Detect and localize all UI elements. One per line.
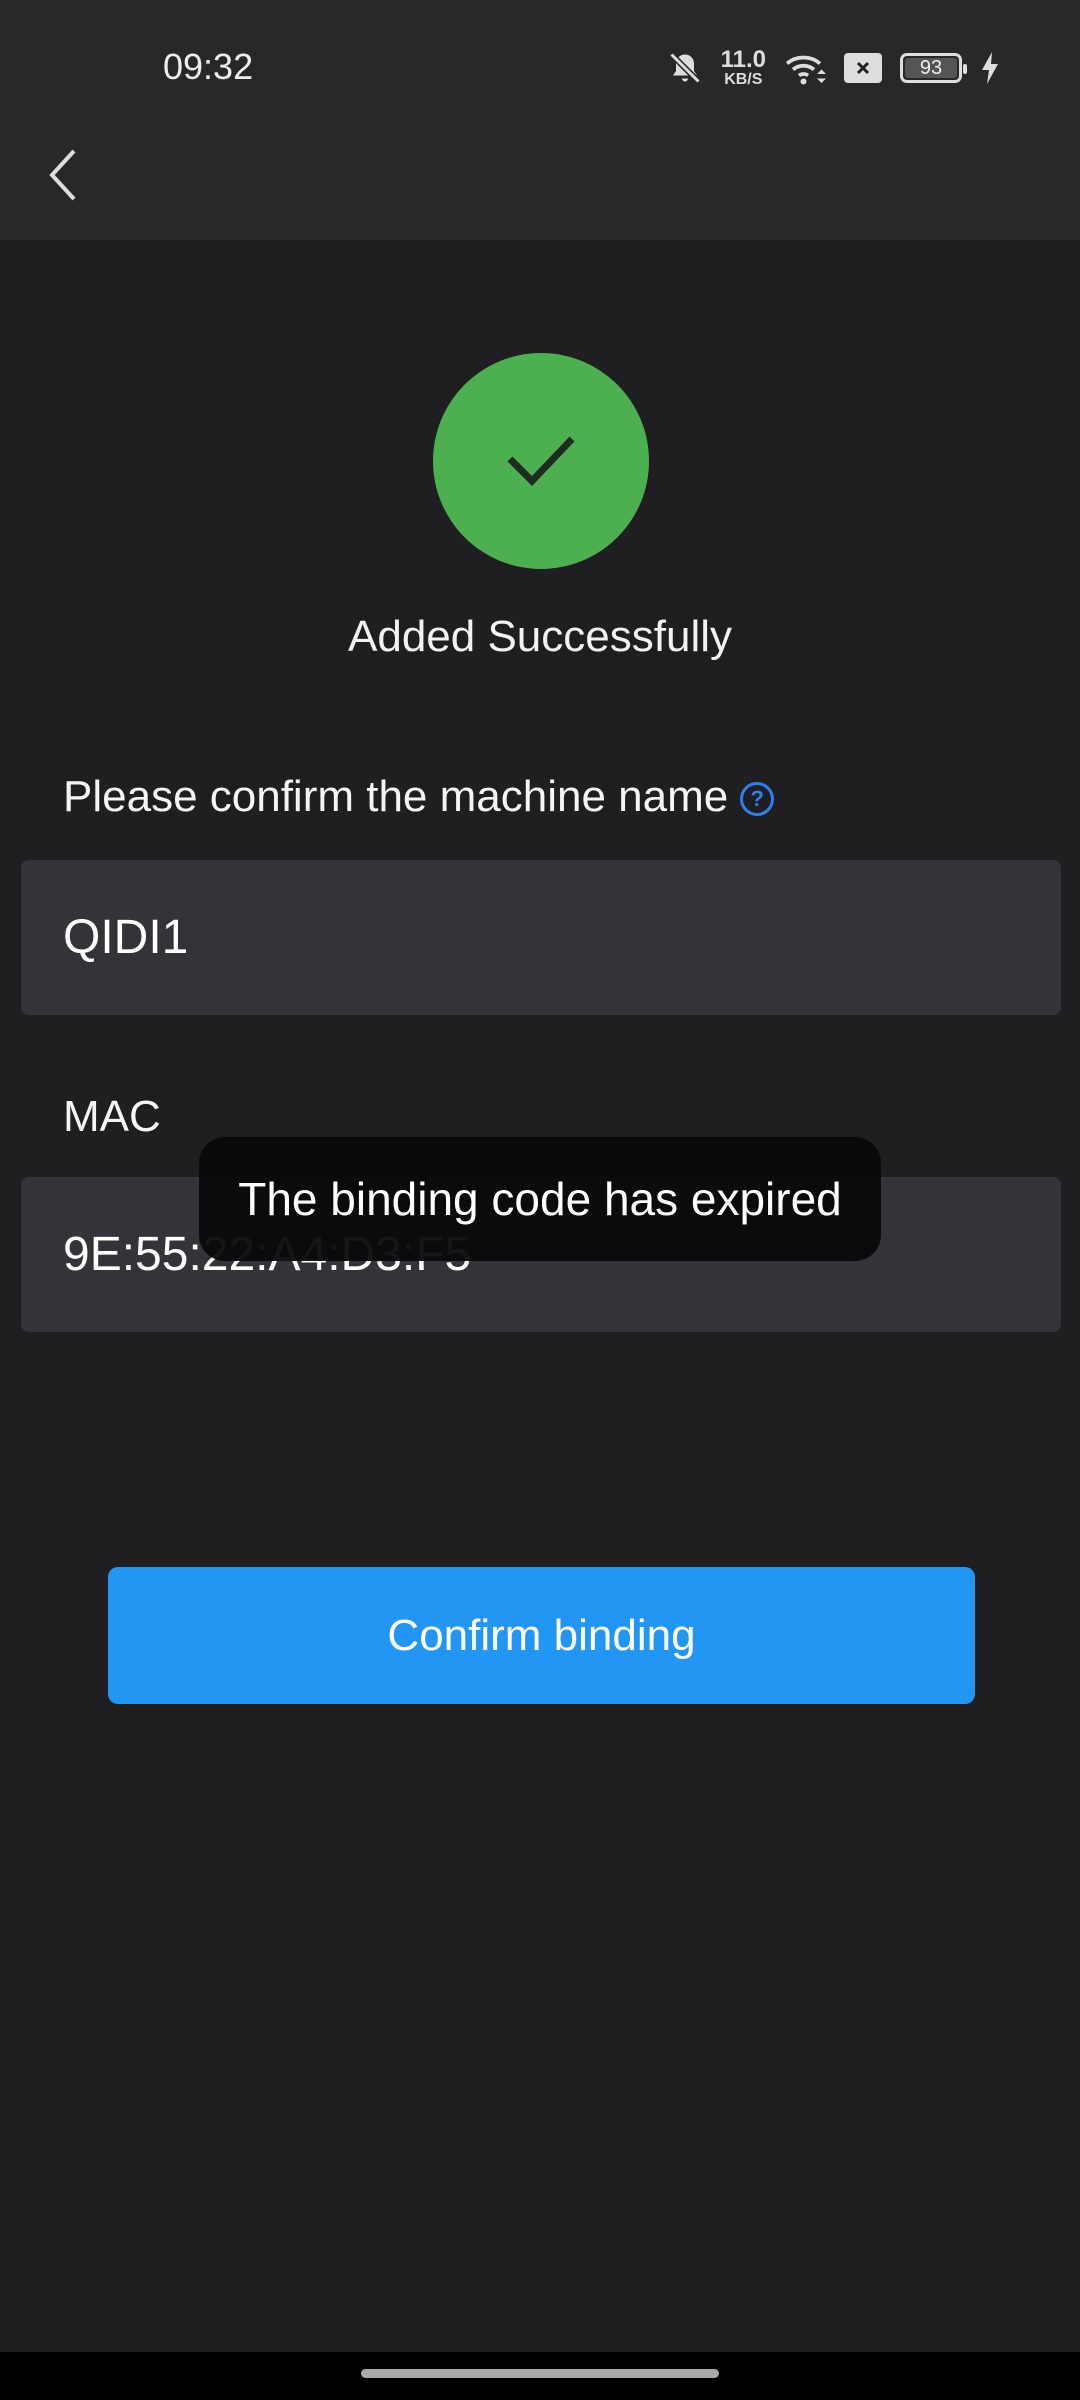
wifi-icon xyxy=(785,55,826,85)
help-icon[interactable]: ? xyxy=(740,782,775,817)
home-gesture-handle[interactable] xyxy=(361,2369,719,2378)
machine-name-label-text: Please confirm the machine name xyxy=(63,772,729,821)
confirm-binding-button[interactable]: Confirm binding xyxy=(108,1567,975,1704)
status-bar: 09:32 11.0 KB/S 93 xyxy=(0,0,1080,240)
machine-name-input[interactable]: QIDI1 xyxy=(21,860,1061,1015)
back-button[interactable] xyxy=(44,145,84,205)
machine-name-label: Please confirm the machine name? xyxy=(63,772,775,822)
status-icons: 11.0 KB/S 93 xyxy=(667,48,1000,88)
success-check-icon xyxy=(433,353,649,569)
toast-message: The binding code has expired xyxy=(199,1137,881,1261)
battery-level: 93 xyxy=(905,58,957,78)
mac-label: MAC xyxy=(63,1092,161,1141)
clock: 09:32 xyxy=(163,46,254,87)
network-speed: 11.0 KB/S xyxy=(721,48,766,88)
charging-icon xyxy=(982,52,998,84)
success-message: Added Successfully xyxy=(348,612,732,661)
sim-x-icon xyxy=(844,53,882,83)
speed-unit: KB/S xyxy=(724,71,763,88)
speed-value: 11.0 xyxy=(720,46,766,73)
bell-off-icon xyxy=(668,52,701,84)
battery-icon: 93 xyxy=(900,53,967,83)
